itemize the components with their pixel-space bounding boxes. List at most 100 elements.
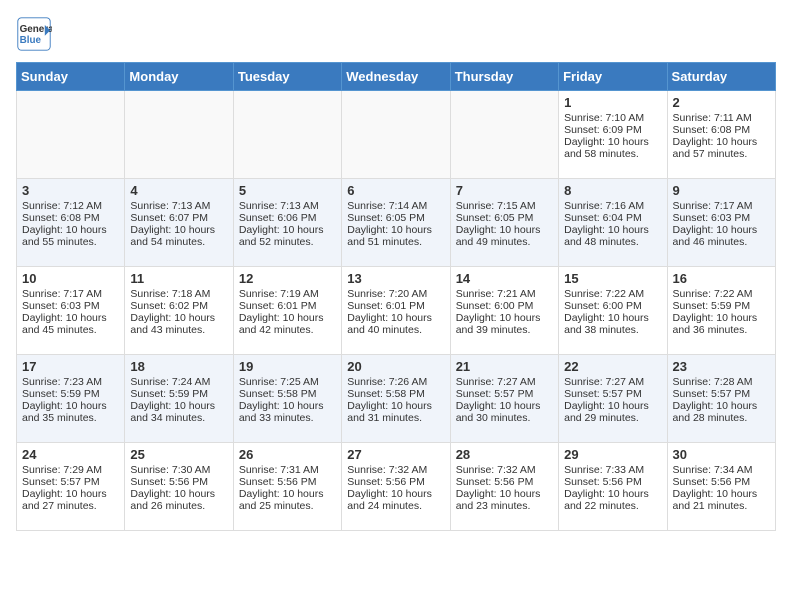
day-number: 20 (347, 359, 444, 374)
calendar-cell: 5Sunrise: 7:13 AMSunset: 6:06 PMDaylight… (233, 179, 341, 267)
logo-icon: General Blue (16, 16, 52, 52)
day-info-line: Daylight: 10 hours and 39 minutes. (456, 312, 553, 336)
day-info-line: Sunset: 6:01 PM (347, 300, 444, 312)
day-info-line: Sunrise: 7:34 AM (673, 464, 770, 476)
day-info-line: Sunset: 5:57 PM (673, 388, 770, 400)
day-info-line: Sunset: 6:05 PM (456, 212, 553, 224)
day-info-line: Sunrise: 7:25 AM (239, 376, 336, 388)
day-info-line: Sunrise: 7:32 AM (456, 464, 553, 476)
page-header: General Blue (16, 16, 776, 52)
calendar-cell: 1Sunrise: 7:10 AMSunset: 6:09 PMDaylight… (559, 91, 667, 179)
day-number: 22 (564, 359, 661, 374)
calendar-cell: 30Sunrise: 7:34 AMSunset: 5:56 PMDayligh… (667, 443, 775, 531)
day-info-line: Sunset: 5:59 PM (673, 300, 770, 312)
calendar-cell: 10Sunrise: 7:17 AMSunset: 6:03 PMDayligh… (17, 267, 125, 355)
day-number: 18 (130, 359, 227, 374)
calendar-cell: 21Sunrise: 7:27 AMSunset: 5:57 PMDayligh… (450, 355, 558, 443)
calendar-cell: 6 Sunrise: 7:14 AMSunset: 6:05 PMDaylight… (342, 179, 450, 267)
day-info-line: Sunrise: 7:13 AM (130, 200, 227, 212)
day-info-line: Sunset: 6:05 PM (347, 212, 444, 224)
day-number: 8 (564, 183, 661, 198)
calendar-week-5: 24Sunrise: 7:29 AMSunset: 5:57 PMDayligh… (17, 443, 776, 531)
day-number: 3 (22, 183, 119, 198)
day-info-line: Sunrise: 7:22 AM (564, 288, 661, 300)
day-info-line: Sunset: 6:01 PM (239, 300, 336, 312)
day-info-line: Sunrise: 7:33 AM (564, 464, 661, 476)
day-info-line: Sunrise: 7:10 AM (564, 112, 661, 124)
day-number: 13 (347, 271, 444, 286)
day-info-line: Daylight: 10 hours and 54 minutes. (130, 224, 227, 248)
calendar-cell: 24Sunrise: 7:29 AMSunset: 5:57 PMDayligh… (17, 443, 125, 531)
day-info-line: Daylight: 10 hours and 38 minutes. (564, 312, 661, 336)
day-info-line: Daylight: 10 hours and 36 minutes. (673, 312, 770, 336)
day-info-line: Daylight: 10 hours and 27 minutes. (22, 488, 119, 512)
day-info-line: Sunrise: 7:23 AM (22, 376, 119, 388)
calendar-cell: 17Sunrise: 7:23 AMSunset: 5:59 PMDayligh… (17, 355, 125, 443)
day-info-line: Sunrise: 7:24 AM (130, 376, 227, 388)
calendar-cell (342, 91, 450, 179)
day-info-line: Sunrise: 7:15 AM (456, 200, 553, 212)
day-info-line: Sunrise: 7:19 AM (239, 288, 336, 300)
day-info-line: Sunset: 6:06 PM (239, 212, 336, 224)
calendar-cell: 12Sunrise: 7:19 AMSunset: 6:01 PMDayligh… (233, 267, 341, 355)
day-number: 6 (347, 183, 444, 198)
day-info-line: Daylight: 10 hours and 58 minutes. (564, 136, 661, 160)
day-info-line: Daylight: 10 hours and 52 minutes. (239, 224, 336, 248)
calendar-cell: 18Sunrise: 7:24 AMSunset: 5:59 PMDayligh… (125, 355, 233, 443)
day-info-line: Sunrise: 7:32 AM (347, 464, 444, 476)
day-info-line: Daylight: 10 hours and 43 minutes. (130, 312, 227, 336)
day-number: 23 (673, 359, 770, 374)
calendar-cell: 28Sunrise: 7:32 AMSunset: 5:56 PMDayligh… (450, 443, 558, 531)
day-number: 24 (22, 447, 119, 462)
calendar-cell: 8Sunrise: 7:16 AMSunset: 6:04 PMDaylight… (559, 179, 667, 267)
day-number: 25 (130, 447, 227, 462)
logo: General Blue (16, 16, 56, 52)
day-info-line: Daylight: 10 hours and 21 minutes. (673, 488, 770, 512)
calendar-cell: 7Sunrise: 7:15 AMSunset: 6:05 PMDaylight… (450, 179, 558, 267)
day-info-line: Daylight: 10 hours and 49 minutes. (456, 224, 553, 248)
day-number: 12 (239, 271, 336, 286)
day-info-line: Daylight: 10 hours and 33 minutes. (239, 400, 336, 424)
day-number: 16 (673, 271, 770, 286)
day-info-line: Daylight: 10 hours and 30 minutes. (456, 400, 553, 424)
day-info-line: Sunset: 6:03 PM (673, 212, 770, 224)
day-info-line: Sunrise: 7:22 AM (673, 288, 770, 300)
day-info-line: Sunrise: 7:14 AM (347, 200, 444, 212)
day-info-line: Sunrise: 7:26 AM (347, 376, 444, 388)
day-info-line: Daylight: 10 hours and 26 minutes. (130, 488, 227, 512)
day-number: 21 (456, 359, 553, 374)
day-info-line: Daylight: 10 hours and 24 minutes. (347, 488, 444, 512)
calendar-cell: 22Sunrise: 7:27 AMSunset: 5:57 PMDayligh… (559, 355, 667, 443)
day-number: 19 (239, 359, 336, 374)
day-number: 1 (564, 95, 661, 110)
day-info-line: Daylight: 10 hours and 46 minutes. (673, 224, 770, 248)
day-info-line: Sunset: 5:56 PM (347, 476, 444, 488)
calendar-cell: 26Sunrise: 7:31 AMSunset: 5:56 PMDayligh… (233, 443, 341, 531)
weekday-header-sunday: Sunday (17, 63, 125, 91)
calendar-cell: 14Sunrise: 7:21 AMSunset: 6:00 PMDayligh… (450, 267, 558, 355)
calendar-cell: 13Sunrise: 7:20 AMSunset: 6:01 PMDayligh… (342, 267, 450, 355)
calendar-cell: 9Sunrise: 7:17 AMSunset: 6:03 PMDaylight… (667, 179, 775, 267)
day-info-line: Sunset: 5:58 PM (239, 388, 336, 400)
calendar-cell: 15Sunrise: 7:22 AMSunset: 6:00 PMDayligh… (559, 267, 667, 355)
day-info-line: Sunset: 5:56 PM (239, 476, 336, 488)
calendar-table: SundayMondayTuesdayWednesdayThursdayFrid… (16, 62, 776, 531)
calendar-week-1: 1Sunrise: 7:10 AMSunset: 6:09 PMDaylight… (17, 91, 776, 179)
day-number: 17 (22, 359, 119, 374)
day-info-line: Sunset: 5:57 PM (22, 476, 119, 488)
day-info-line: Sunset: 5:58 PM (347, 388, 444, 400)
day-info-line: Sunset: 5:56 PM (130, 476, 227, 488)
calendar-cell: 20Sunrise: 7:26 AMSunset: 5:58 PMDayligh… (342, 355, 450, 443)
day-number: 2 (673, 95, 770, 110)
day-number: 26 (239, 447, 336, 462)
day-info-line: Daylight: 10 hours and 48 minutes. (564, 224, 661, 248)
day-number: 29 (564, 447, 661, 462)
day-info-line: Sunrise: 7:13 AM (239, 200, 336, 212)
calendar-cell: 3Sunrise: 7:12 AMSunset: 6:08 PMDaylight… (17, 179, 125, 267)
day-number: 11 (130, 271, 227, 286)
calendar-cell (233, 91, 341, 179)
day-info-line: Daylight: 10 hours and 51 minutes. (347, 224, 444, 248)
calendar-cell: 11Sunrise: 7:18 AMSunset: 6:02 PMDayligh… (125, 267, 233, 355)
day-info-line: Daylight: 10 hours and 40 minutes. (347, 312, 444, 336)
day-info-line: Sunset: 5:57 PM (564, 388, 661, 400)
